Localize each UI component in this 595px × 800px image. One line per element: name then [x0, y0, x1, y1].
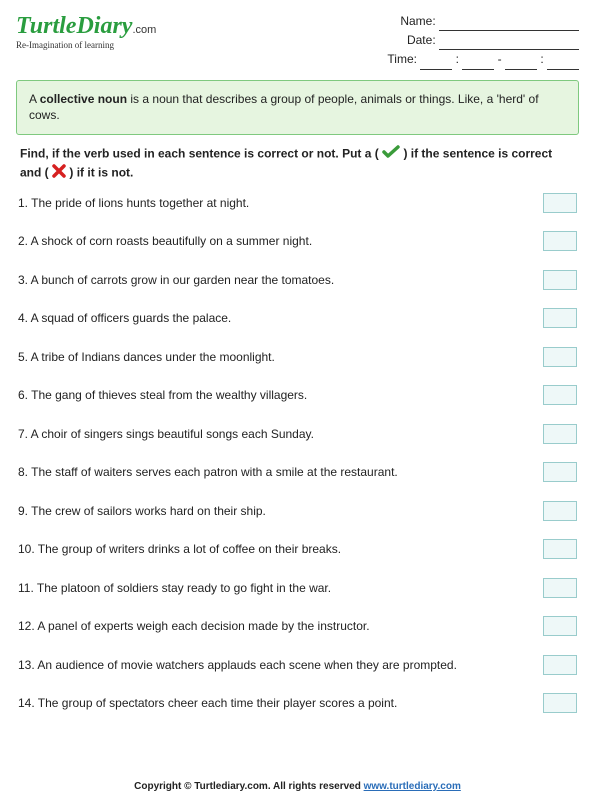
question-text: 11. The platoon of soldiers stay ready t… [18, 581, 543, 595]
question-row: 2. A shock of corn roasts beautifully on… [18, 231, 577, 251]
question-text: 6. The gang of thieves steal from the we… [18, 388, 543, 402]
answer-box[interactable] [543, 270, 577, 290]
answer-box[interactable] [543, 693, 577, 713]
question-text: 12. A panel of experts weigh each decisi… [18, 619, 543, 633]
question-row: 1. The pride of lions hunts together at … [18, 193, 577, 213]
student-info: Name: Date: Time: : - : [387, 12, 579, 70]
def-term: collective noun [40, 92, 127, 106]
time-label: Time: [387, 52, 417, 66]
name-blank[interactable] [439, 17, 579, 31]
date-row: Date: [387, 31, 579, 50]
answer-box[interactable] [543, 462, 577, 482]
logo-tagline: Re-Imagination of learning [16, 40, 156, 50]
time-blank-3[interactable] [505, 56, 537, 70]
question-text: 13. An audience of movie watchers applau… [18, 658, 543, 672]
instr-part3: ) if it is not. [69, 166, 133, 180]
question-row: 14. The group of spectators cheer each t… [18, 693, 577, 713]
question-text: 2. A shock of corn roasts beautifully on… [18, 234, 543, 248]
time-row: Time: : - : [387, 50, 579, 69]
question-text: 3. A bunch of carrots grow in our garden… [18, 273, 543, 287]
answer-box[interactable] [543, 385, 577, 405]
answer-box[interactable] [543, 424, 577, 444]
date-blank[interactable] [439, 36, 579, 50]
answer-box[interactable] [543, 347, 577, 367]
name-row: Name: [387, 12, 579, 31]
answer-box[interactable] [543, 308, 577, 328]
question-text: 14. The group of spectators cheer each t… [18, 696, 543, 710]
def-before: A [29, 92, 40, 106]
question-row: 5. A tribe of Indians dances under the m… [18, 347, 577, 367]
cross-icon [52, 164, 66, 183]
date-label: Date: [407, 33, 436, 47]
question-row: 8. The staff of waiters serves each patr… [18, 462, 577, 482]
answer-box[interactable] [543, 578, 577, 598]
name-label: Name: [400, 14, 435, 28]
time-blank-2[interactable] [462, 56, 494, 70]
instructions: Find, if the verb used in each sentence … [16, 145, 579, 193]
answer-box[interactable] [543, 231, 577, 251]
question-row: 4. A squad of officers guards the palace… [18, 308, 577, 328]
answer-box[interactable] [543, 501, 577, 521]
questions-list: 1. The pride of lions hunts together at … [16, 193, 579, 714]
question-row: 6. The gang of thieves steal from the we… [18, 385, 577, 405]
answer-box[interactable] [543, 655, 577, 675]
copyright-text: Copyright © Turtlediary.com. All rights … [134, 781, 363, 792]
definition-box: A collective noun is a noun that describ… [16, 80, 579, 136]
worksheet-header: TurtleDiary.com Re-Imagination of learni… [16, 12, 579, 70]
footer-link[interactable]: www.turtlediary.com [364, 781, 461, 792]
question-row: 9. The crew of sailors works hard on the… [18, 501, 577, 521]
answer-box[interactable] [543, 193, 577, 213]
instr-part1: Find, if the verb used in each sentence … [20, 147, 379, 161]
question-text: 10. The group of writers drinks a lot of… [18, 542, 543, 556]
question-text: 4. A squad of officers guards the palace… [18, 311, 543, 325]
question-row: 11. The platoon of soldiers stay ready t… [18, 578, 577, 598]
footer: Copyright © Turtlediary.com. All rights … [0, 781, 595, 792]
logo-dotcom: .com [132, 24, 156, 36]
question-row: 3. A bunch of carrots grow in our garden… [18, 270, 577, 290]
question-row: 13. An audience of movie watchers applau… [18, 655, 577, 675]
question-text: 8. The staff of waiters serves each patr… [18, 465, 543, 479]
answer-box[interactable] [543, 539, 577, 559]
time-blank-4[interactable] [547, 56, 579, 70]
question-row: 12. A panel of experts weigh each decisi… [18, 616, 577, 636]
question-text: 5. A tribe of Indians dances under the m… [18, 350, 543, 364]
answer-box[interactable] [543, 616, 577, 636]
logo: TurtleDiary.com [16, 16, 156, 38]
logo-area: TurtleDiary.com Re-Imagination of learni… [16, 12, 156, 50]
question-text: 9. The crew of sailors works hard on the… [18, 504, 543, 518]
question-row: 10. The group of writers drinks a lot of… [18, 539, 577, 559]
time-blank-1[interactable] [420, 56, 452, 70]
question-row: 7. A choir of singers sings beautiful so… [18, 424, 577, 444]
checkmark-icon [382, 145, 400, 164]
question-text: 7. A choir of singers sings beautiful so… [18, 427, 543, 441]
logo-main: TurtleDiary [16, 13, 132, 39]
question-text: 1. The pride of lions hunts together at … [18, 196, 543, 210]
